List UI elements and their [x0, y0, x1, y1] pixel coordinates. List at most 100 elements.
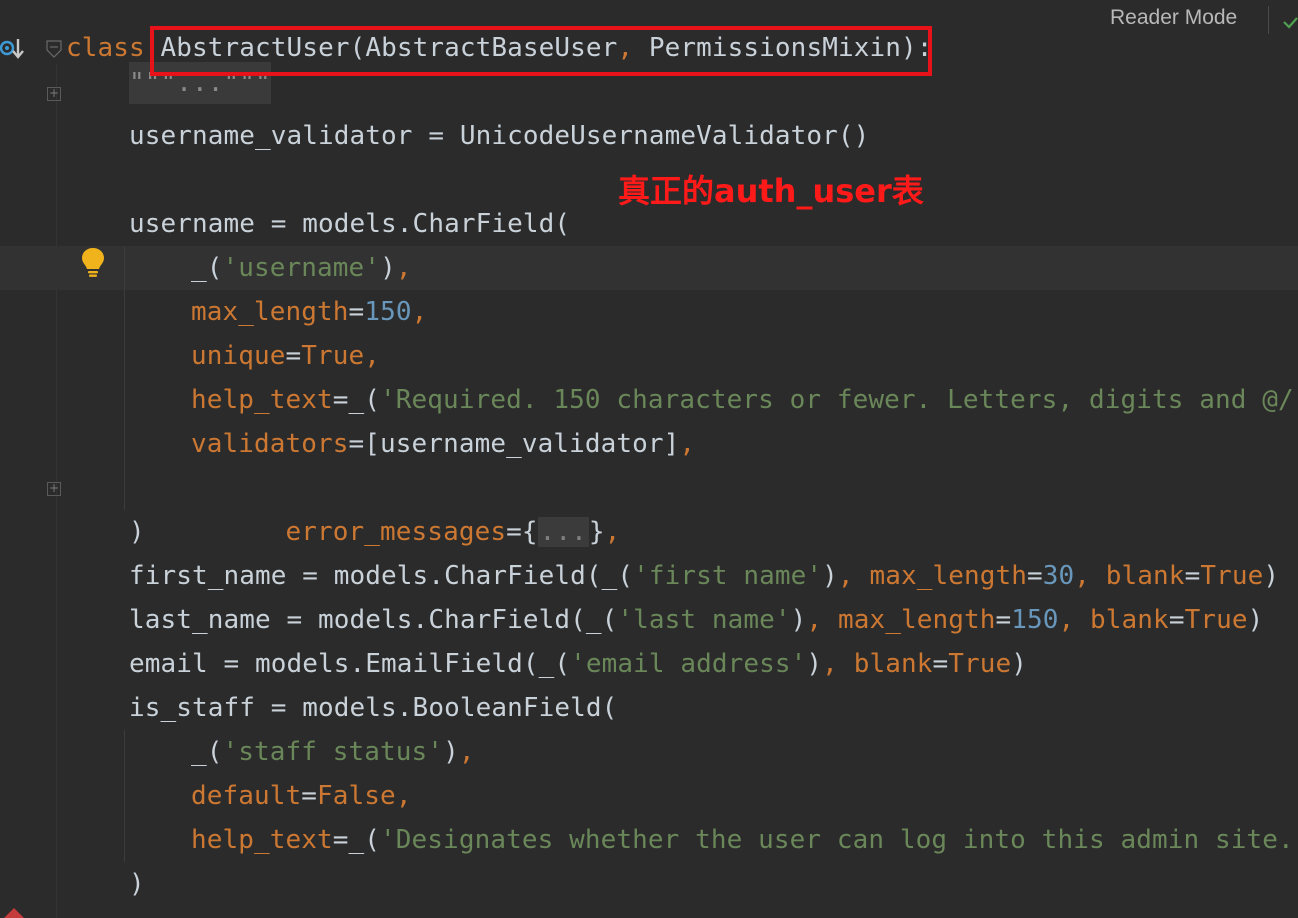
code-token: =	[1168, 605, 1185, 635]
code-token: 'email address'	[570, 649, 807, 679]
code-line-docstring-fold[interactable]: """..."""	[0, 62, 1298, 114]
code-content: default=False,	[191, 774, 412, 818]
code-line-unique[interactable]: unique=True,	[0, 334, 1298, 378]
code-token: =_(	[332, 385, 381, 415]
code-content: email = models.EmailField(_('email addre…	[129, 642, 1027, 686]
code-token: class	[66, 33, 161, 63]
code-token: ,	[411, 297, 428, 327]
code-token: ,	[806, 605, 838, 635]
code-content: max_length=150,	[191, 290, 427, 334]
code-token: True,	[301, 341, 381, 371]
code-token: )	[443, 737, 459, 767]
code-token: default	[191, 781, 302, 811]
code-token: username_validator = UnicodeUsernameVali…	[129, 121, 870, 151]
code-line-first-name[interactable]: first_name = models.CharField(_('first n…	[0, 554, 1298, 598]
code-token: 'first name'	[633, 561, 823, 591]
code-token: )	[1011, 649, 1028, 679]
code-line-staff-status[interactable]: _('staff status'),	[0, 730, 1298, 774]
code-content: _('username'),	[191, 246, 412, 290]
code-line-max-length[interactable]: max_length=150,	[0, 290, 1298, 334]
code-token: ,	[395, 253, 412, 283]
code-token: True	[948, 649, 1012, 679]
code-token: ,	[1058, 605, 1091, 635]
code-token: =	[285, 341, 302, 371]
code-content: is_staff = models.BooleanField(	[129, 686, 617, 730]
code-token: =	[995, 605, 1012, 635]
code-line-username-label[interactable]: _('username'),	[0, 246, 1298, 290]
code-token: _(	[191, 253, 223, 283]
code-content: username_validator = UnicodeUsernameVali…	[129, 114, 869, 158]
code-token: =_(	[332, 825, 381, 855]
code-token: max_length	[191, 297, 349, 327]
code-line-error-messages[interactable]: error_messages={...},	[0, 466, 1298, 547]
code-token: =[username_validator]	[348, 429, 680, 459]
code-line-validators[interactable]: validators=[username_validator],	[0, 422, 1298, 466]
code-token: )	[790, 605, 807, 635]
code-content: username = models.CharField(	[129, 202, 570, 246]
docstring-fold-placeholder[interactable]: """..."""	[129, 62, 271, 104]
code-token: )	[129, 517, 145, 547]
code-token: =	[932, 649, 949, 679]
code-line-help-text[interactable]: help_text=_('Required. 150 characters or…	[0, 378, 1298, 422]
code-token: ,	[679, 429, 696, 459]
code-token: unique	[191, 341, 286, 371]
code-token: max_length	[869, 561, 1027, 591]
code-token: help_text	[191, 385, 333, 415]
code-line-last-name[interactable]: last_name = models.CharField(_('last nam…	[0, 598, 1298, 642]
code-token: 30	[1042, 561, 1075, 591]
code-content: help_text=_('Required. 150 characters or…	[191, 378, 1298, 422]
code-content: first_name = models.CharField(_('first n…	[129, 554, 1279, 598]
code-content: _('staff status'),	[191, 730, 475, 774]
code-token: blank	[1090, 605, 1169, 635]
code-token: email = models.EmailField(_(	[129, 649, 571, 679]
code-token: ,	[837, 561, 870, 591]
code-token: ,	[617, 33, 649, 63]
code-content: help_text=_('Designates whether the user…	[191, 818, 1298, 862]
code-editor[interactable]: + + Reader Mode class AbstractUser(Abstr…	[0, 0, 1298, 918]
code-line-email[interactable]: email = models.EmailField(_('email addre…	[0, 642, 1298, 686]
code-token: )	[380, 253, 396, 283]
code-token: False,	[317, 781, 412, 811]
code-line-is-staff[interactable]: is_staff = models.BooleanField(	[0, 686, 1298, 730]
code-token: last_name = models.CharField(_(	[129, 605, 618, 635]
code-content: validators=[username_validator],	[191, 422, 695, 466]
code-token: 'Designates whether the user can log int…	[380, 825, 1298, 855]
code-line-close-paren[interactable]: )	[0, 510, 1298, 554]
code-content: )	[129, 510, 145, 554]
code-token: 'Required. 150 characters or fewer. Lett…	[380, 385, 1298, 415]
code-token: )	[1263, 561, 1280, 591]
code-token: is_staff = models.BooleanField(	[129, 693, 618, 723]
code-content: last_name = models.CharField(_('last nam…	[129, 598, 1263, 642]
code-token: =	[301, 781, 318, 811]
code-token: ,	[1074, 561, 1106, 591]
code-token: ,	[458, 737, 475, 767]
code-token: _(	[191, 737, 223, 767]
code-token: =	[348, 297, 365, 327]
code-token: =	[1026, 561, 1043, 591]
code-token: )	[1247, 605, 1264, 635]
code-token: blank	[853, 649, 933, 679]
code-line-username-validator[interactable]: username_validator = UnicodeUsernameVali…	[0, 114, 1298, 158]
code-token: 'staff status'	[222, 737, 444, 767]
code-token: username = models.CharField(	[129, 209, 571, 239]
code-token: 150	[364, 297, 412, 327]
code-token: )	[822, 561, 838, 591]
code-token: True	[1200, 561, 1264, 591]
code-token: 'last name'	[617, 605, 791, 635]
code-token: 150	[1011, 605, 1059, 635]
code-line-help-text-staff[interactable]: help_text=_('Designates whether the user…	[0, 818, 1298, 862]
code-line-close-paren[interactable]: )	[0, 862, 1298, 906]
code-token: =	[1184, 561, 1201, 591]
code-token: 'username'	[222, 253, 381, 283]
code-token: help_text	[191, 825, 333, 855]
code-line-default[interactable]: default=False,	[0, 774, 1298, 818]
code-token: )	[806, 649, 823, 679]
code-content: )	[129, 862, 145, 906]
code-content: unique=True,	[191, 334, 380, 378]
code-token: )	[129, 869, 145, 899]
code-token: blank	[1105, 561, 1185, 591]
code-token: validators	[191, 429, 349, 459]
annotation-label: 真正的auth_user表	[618, 172, 924, 210]
code-token: AbstractUser(AbstractBaseUser	[160, 33, 618, 63]
code-token: first_name = models.CharField(_(	[129, 561, 634, 591]
